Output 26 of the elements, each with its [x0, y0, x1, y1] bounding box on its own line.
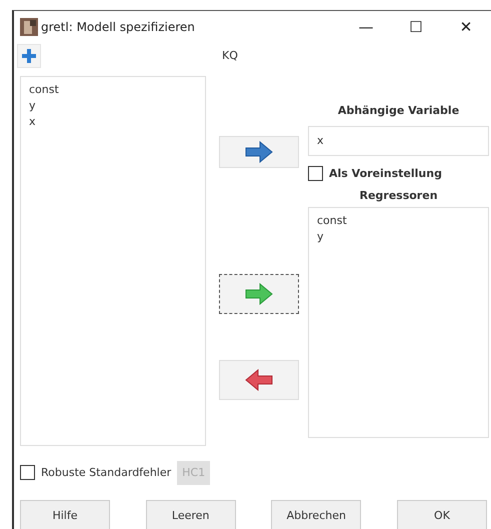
minimize-button[interactable]: —	[341, 12, 391, 42]
estimator-label: KQ	[222, 49, 238, 62]
app-icon	[20, 18, 38, 36]
dialog-button[interactable]: Abbrechen	[271, 500, 362, 529]
default-checkbox[interactable]: Als Voreinstellung	[308, 166, 489, 181]
arrow-icon	[245, 282, 273, 305]
close-button[interactable]: ✕	[441, 12, 491, 42]
dialog-button[interactable]: Hilfe	[20, 500, 110, 529]
maximize-button[interactable]: ☐	[391, 12, 441, 42]
list-item[interactable]: const	[29, 82, 197, 98]
list-item[interactable]: const	[317, 212, 480, 229]
window-title: gretl: Modell spezifizieren	[41, 20, 196, 34]
add-button[interactable]	[17, 44, 41, 68]
plus-icon	[21, 48, 37, 64]
dialog-button[interactable]: Leeren	[146, 500, 236, 529]
list-item[interactable]: y	[29, 98, 197, 114]
arrow-icon	[245, 140, 273, 163]
list-item[interactable]: y	[317, 228, 480, 245]
dependent-field[interactable]: x	[308, 126, 489, 156]
arrow-icon	[245, 368, 273, 391]
list-item[interactable]: x	[29, 114, 197, 130]
regressors-heading: Regressoren	[358, 188, 439, 204]
robust-checkbox[interactable]: Robuste Standardfehler	[20, 465, 172, 480]
arrow-button[interactable]	[219, 274, 299, 314]
dependent-heading: Abhängige Variable	[336, 104, 460, 119]
dialog-button[interactable]: OK	[396, 500, 487, 529]
